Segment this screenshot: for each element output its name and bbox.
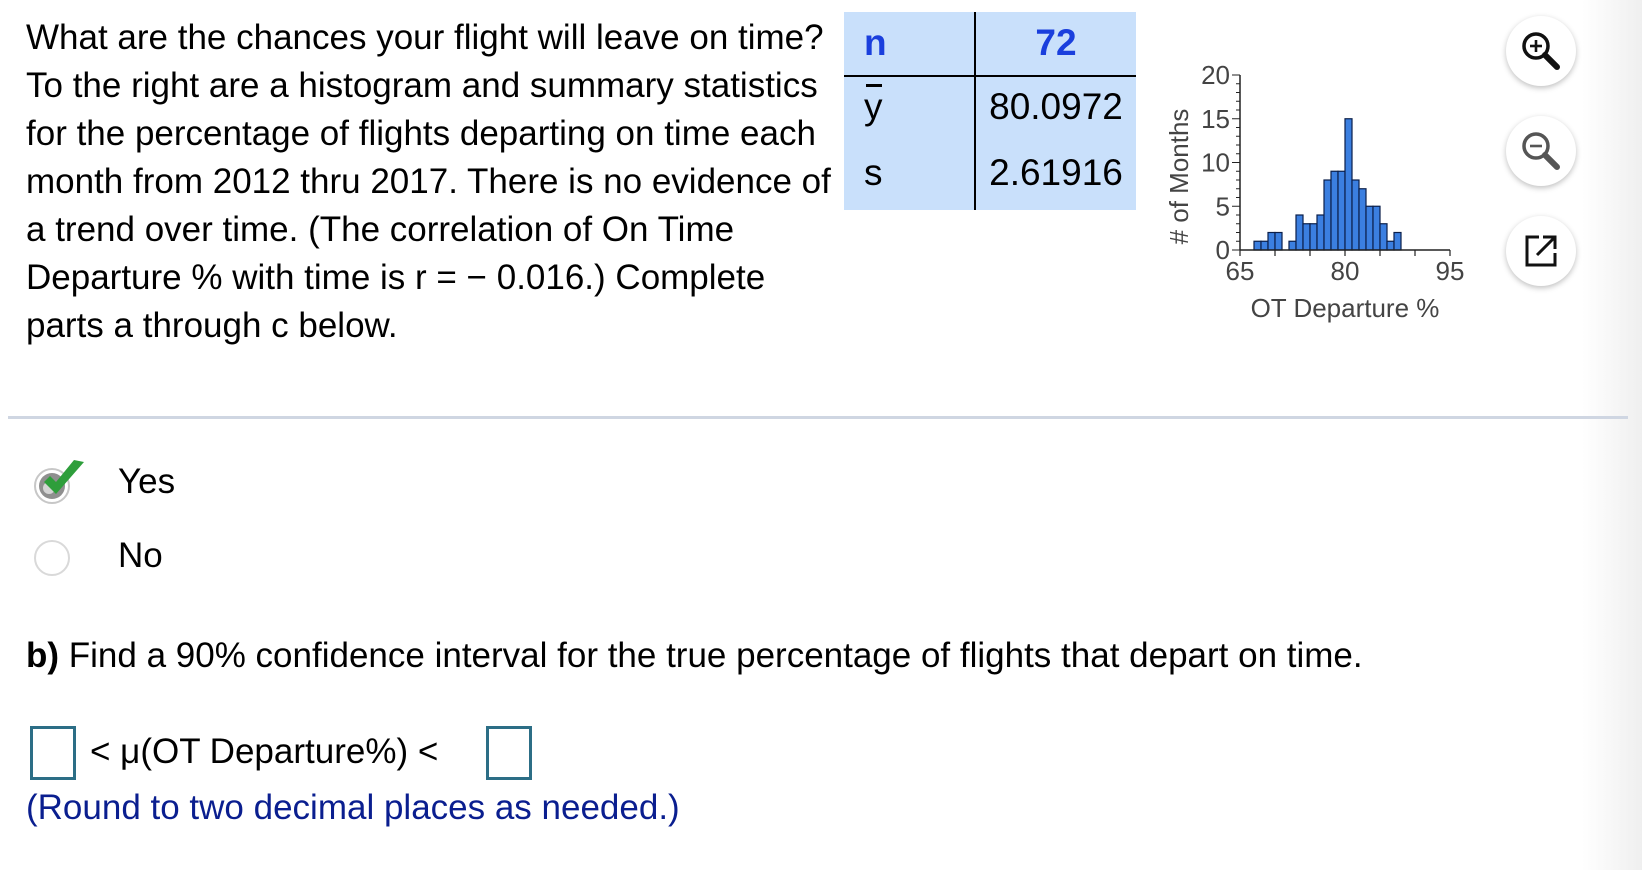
histogram-bar (1274, 231, 1283, 251)
histogram-bar (1330, 170, 1339, 251)
zoom-in-icon (1522, 32, 1560, 70)
zoom-in-button[interactable] (1506, 16, 1576, 86)
summary-stats-table: n 72 y 80.0972 s 2.61916 (844, 12, 1136, 210)
x-tick-label: 95 (1436, 256, 1465, 286)
popout-button[interactable] (1506, 216, 1576, 286)
histogram-bar (1323, 179, 1332, 251)
s-value: 2.61916 (989, 152, 1123, 193)
y-tick-label: 20 (1201, 60, 1230, 90)
histogram-bar (1288, 240, 1297, 251)
y-axis-title: # of Months (1164, 109, 1194, 245)
part-b-question: b) Find a 90% confidence interval for th… (26, 636, 1363, 676)
ybar-value: 80.0972 (989, 86, 1123, 127)
histogram-bar (1302, 223, 1311, 251)
rounding-hint: (Round to two decimal places as needed.) (26, 788, 680, 827)
option-no-label: No (118, 536, 163, 575)
zoom-out-button[interactable] (1506, 116, 1576, 186)
x-axis-title: OT Departure % (1251, 293, 1440, 323)
histogram-bar (1344, 118, 1353, 251)
option-no[interactable]: No (30, 532, 530, 588)
histogram-bar (1351, 179, 1360, 251)
histogram-bar (1260, 240, 1269, 251)
histogram-bar (1316, 214, 1325, 251)
part-b-prefix: b) (26, 636, 60, 675)
interval-expression: < μ(OT Departure%) < (90, 732, 439, 771)
table-divider-horizontal (844, 75, 1136, 77)
y-tick-label: 15 (1201, 104, 1230, 134)
ybar-label-cell: y (844, 84, 974, 128)
histogram-bar (1393, 231, 1402, 251)
page-edge-shadow (1582, 0, 1642, 870)
part-b-text: Find a 90% confidence interval for the t… (68, 636, 1363, 675)
histogram-bar (1386, 240, 1395, 251)
histogram-chart: 65 80 9505101520OT Departure %# of Months (1164, 60, 1465, 323)
histogram-bar (1358, 188, 1367, 251)
n-value: 72 (1035, 22, 1077, 63)
histogram-bar (1379, 223, 1388, 251)
x-tick-label: 80 (1331, 256, 1360, 286)
radio-unselected[interactable] (34, 540, 70, 576)
y-tick-label: 10 (1201, 148, 1230, 178)
upper-bound-input[interactable] (486, 726, 532, 780)
problem-statement: What are the chances your flight will le… (26, 18, 831, 345)
histogram-bar (1253, 240, 1262, 251)
histogram-bar (1267, 231, 1276, 251)
zoom-out-icon (1522, 132, 1560, 170)
option-yes-label: Yes (118, 462, 176, 501)
y-tick-label: 0 (1216, 235, 1230, 265)
s-label: s (864, 152, 883, 193)
section-divider (8, 416, 1628, 419)
histogram-bar (1365, 205, 1374, 251)
histogram-bar (1295, 214, 1304, 251)
ybar-label: y (864, 84, 883, 127)
lower-bound-input[interactable] (30, 726, 76, 780)
n-label: n (864, 22, 887, 63)
histogram-bar (1372, 205, 1381, 251)
external-link-icon (1525, 235, 1557, 267)
y-tick-label: 5 (1216, 191, 1230, 221)
histogram-bar (1337, 170, 1346, 251)
option-yes[interactable]: Yes (30, 458, 530, 514)
radio-selected-check-icon[interactable] (30, 458, 90, 514)
histogram-bar (1309, 223, 1318, 251)
